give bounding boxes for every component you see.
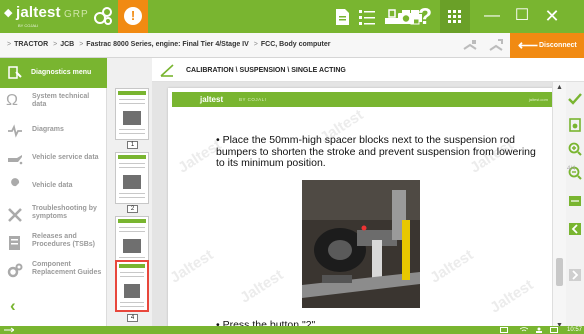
sidebar-item-vehicle-service-data[interactable]: Vehicle service data <box>0 144 107 172</box>
oil-can-icon <box>8 155 23 165</box>
diagnostics-menu-header[interactable]: Diagnostics menu <box>0 58 107 88</box>
suspension-photo <box>302 180 420 308</box>
sidebar-item-label: Component Replacement Guides <box>32 261 102 276</box>
thumbnail-page-active[interactable] <box>115 260 149 312</box>
page-brand: jaltest <box>200 95 224 104</box>
alert-icon: ! <box>124 7 142 25</box>
sidebar-item-label: Diagrams <box>32 126 64 133</box>
instruction-text: Place the 50mm-high spacer blocks next t… <box>216 134 536 169</box>
battery-icon <box>500 327 508 333</box>
thumbnail-page[interactable] <box>115 152 149 204</box>
thumbnail-page[interactable] <box>115 88 149 140</box>
zoom-in-icon[interactable] <box>568 142 582 156</box>
page-indicator: 4/4 <box>567 166 576 172</box>
brand-name: jaltest <box>16 4 61 21</box>
gears-icon <box>7 263 23 278</box>
watermark: Jaltest <box>237 266 287 307</box>
alert-button[interactable]: ! <box>118 0 148 33</box>
minimize-button[interactable]: — <box>480 5 504 27</box>
photo-illustration <box>302 180 420 308</box>
breadcrumb-item[interactable]: JCB <box>60 41 74 48</box>
breadcrumb-bar: > TRACTOR > JCB > Fastrac 8000 Series, engi… <box>0 33 584 58</box>
next-page-icon[interactable] <box>568 268 582 282</box>
diagnostics-menu-label: Diagnostics menu <box>31 69 92 76</box>
sidebar-item-releases-procedures[interactable]: Releases and Procedures (TSBs) <box>0 228 107 256</box>
back-chevron-icon[interactable]: ‹ <box>10 296 16 316</box>
clock-time: 10:57 <box>566 327 582 333</box>
app-window: ◆ jaltest BY COJALI GRP ! ? — ☐ ✕ > TRAC… <box>0 0 584 334</box>
group-label: GRP <box>64 9 89 20</box>
close-button[interactable]: ✕ <box>540 5 564 27</box>
sidebar-item-label: Releases and Procedures (TSBs) <box>32 233 96 248</box>
document-stack-icon <box>9 236 20 250</box>
page-site: jaltest.com <box>528 97 548 102</box>
fit-page-icon[interactable] <box>568 118 582 132</box>
wifi-icon <box>520 327 528 332</box>
ohm-icon: Ω <box>6 92 18 109</box>
disconnect-button[interactable]: ⟵ Disconnect <box>510 33 584 58</box>
top-bar: ◆ jaltest BY COJALI GRP ! ? — ☐ ✕ <box>0 0 584 33</box>
usb-icon <box>4 327 14 333</box>
breadcrumb-item[interactable]: FCC, Body computer <box>261 41 331 48</box>
document-page: jaltest BY COJALI jaltest.com Jaltest Ja… <box>168 88 558 334</box>
sidebar-item-component-replacement[interactable]: Component Replacement Guides <box>0 256 107 284</box>
sidebar: Diagnostics menu Ω System technical data… <box>0 58 107 334</box>
document-scrollbar[interactable]: ▲ ▼ <box>552 82 566 334</box>
wrench-icon <box>9 178 20 193</box>
sidebar-item-diagrams[interactable]: Diagrams <box>0 116 107 144</box>
sidebar-item-label: Troubleshooting by symptoms <box>32 205 97 220</box>
user-icon <box>536 327 542 333</box>
watermark: Jaltest <box>168 246 217 287</box>
previous-page-icon[interactable] <box>568 222 582 236</box>
right-toolbar <box>566 82 584 334</box>
document-icon[interactable] <box>332 7 352 27</box>
circuit-icon <box>8 124 22 138</box>
page-brand-by: BY COJALI <box>239 97 267 102</box>
thumbnail-number: 1 <box>127 141 138 149</box>
sidebar-item-label: System technical data <box>32 93 90 108</box>
calibration-icon <box>160 64 174 77</box>
content-header: CALIBRATION \ SUSPENSION \ SINGLE ACTING <box>152 58 584 82</box>
checkmark-icon[interactable] <box>568 92 582 106</box>
connection-status-icon <box>489 39 503 51</box>
breadcrumb-item[interactable]: Fastrac 8000 Series, engine: Final Tier … <box>86 41 249 48</box>
sidebar-item-label: Vehicle service data <box>32 154 99 161</box>
arrow-left-icon: ⟵ <box>518 37 539 53</box>
diagnostics-icon <box>8 66 22 79</box>
instruction-step-1: • Place the 50mm-high spacer blocks next… <box>216 134 536 169</box>
sidebar-item-vehicle-data[interactable]: Vehicle data <box>0 172 107 200</box>
group-gears-icon[interactable] <box>92 5 114 27</box>
connection-icon <box>463 40 477 50</box>
grid-icon <box>448 10 461 23</box>
breadcrumb-item[interactable]: TRACTOR <box>14 41 48 48</box>
watermark: Jaltest <box>427 246 477 287</box>
thumbnail-number: 2 <box>127 205 138 213</box>
brand-by: BY COJALI <box>18 23 39 28</box>
page-width-icon[interactable] <box>568 194 582 208</box>
breadcrumb: > TRACTOR > JCB > Fastrac 8000 Series, engi… <box>7 41 331 48</box>
scroll-thumb[interactable] <box>556 258 563 286</box>
calendar-icon <box>550 327 558 333</box>
content-path: CALIBRATION \ SUSPENSION \ SINGLE ACTING <box>186 67 346 74</box>
logo-mark-icon: ◆ <box>4 7 13 19</box>
document-viewer[interactable]: jaltest BY COJALI jaltest.com Jaltest Ja… <box>152 82 568 334</box>
sidebar-item-troubleshooting[interactable]: Troubleshooting by symptoms <box>0 200 107 228</box>
watermark: Jaltest <box>487 276 537 317</box>
page-thumbnails: 1 2 3 4 <box>107 58 152 334</box>
status-bar: 10:57 <box>0 326 584 334</box>
page-header: jaltest BY COJALI jaltest.com <box>172 92 554 107</box>
sidebar-item-system-technical-data[interactable]: Ω System technical data <box>0 88 107 116</box>
sidebar-item-label: Vehicle data <box>32 182 73 189</box>
scroll-up-icon[interactable]: ▲ <box>556 84 563 91</box>
thumbnail-number: 4 <box>127 314 138 322</box>
tools-icon <box>8 208 22 222</box>
jaltest-logo: ◆ jaltest BY COJALI <box>4 4 61 30</box>
maximize-button[interactable]: ☐ <box>510 5 534 27</box>
help-icon[interactable]: ? <box>418 3 432 30</box>
camera-icon[interactable] <box>396 7 416 27</box>
disconnect-label: Disconnect <box>539 42 577 49</box>
apps-grid-button[interactable] <box>440 0 470 33</box>
list-icon[interactable] <box>357 7 377 27</box>
